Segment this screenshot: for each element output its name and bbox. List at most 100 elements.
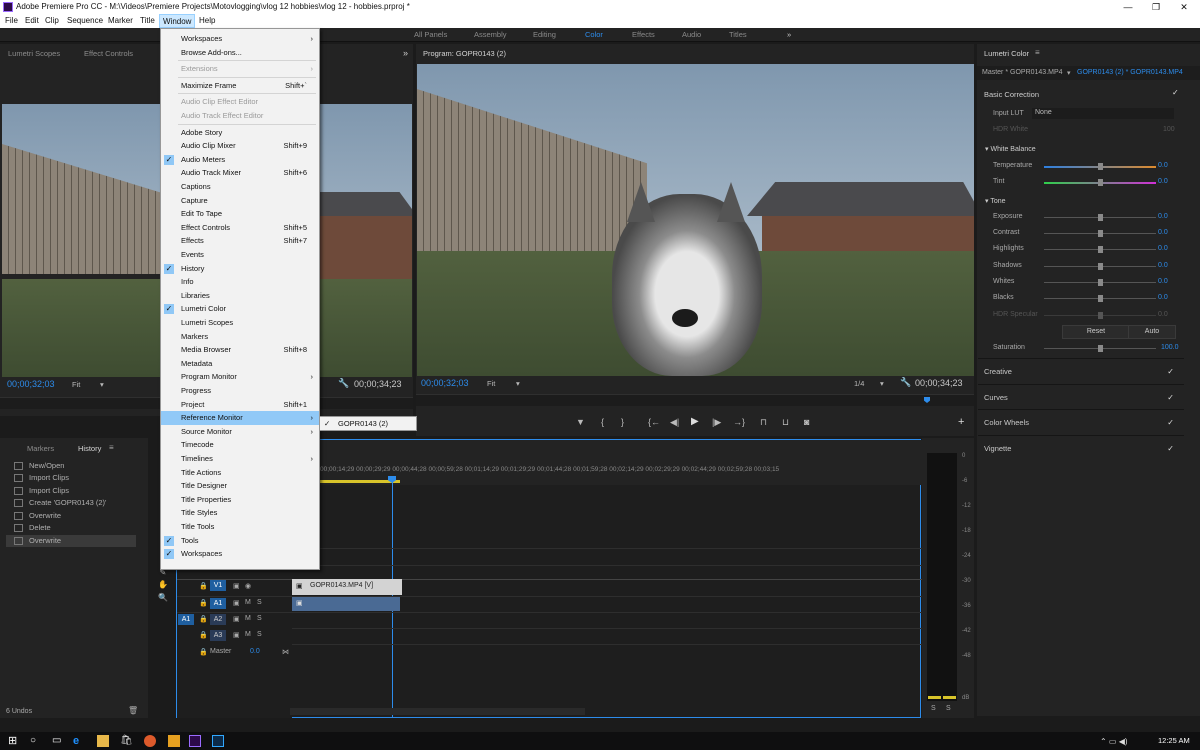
- wrench-icon[interactable]: 🔧: [900, 377, 911, 388]
- history-item[interactable]: Delete: [14, 522, 134, 534]
- tab-markers[interactable]: Markers: [27, 444, 54, 453]
- mute-button[interactable]: M: [245, 631, 251, 638]
- tone-header[interactable]: ▾ Tone: [985, 197, 1006, 205]
- tab-lumetri-scopes[interactable]: Lumetri Scopes: [8, 49, 60, 58]
- exposure-value[interactable]: 0.0: [1158, 213, 1168, 220]
- menu-item-captions[interactable]: Captions: [161, 180, 319, 194]
- menu-item-lumetri-scopes[interactable]: Lumetri Scopes: [161, 316, 319, 330]
- wrench-icon[interactable]: 🔧: [338, 378, 349, 389]
- workspace-audio[interactable]: Audio: [682, 30, 701, 39]
- sync-lock-icon[interactable]: ▣: [233, 615, 240, 623]
- shadows-value[interactable]: 0.0: [1158, 262, 1168, 269]
- sequence-clip-label[interactable]: GOPR0143 (2) * GOPR0143.MP4: [1077, 69, 1183, 76]
- menu-marker[interactable]: Marker: [105, 14, 136, 28]
- workspace-effects[interactable]: Effects: [632, 30, 655, 39]
- system-tray-icons[interactable]: ⌃ ▭ ◀): [1100, 737, 1128, 746]
- history-item-selected[interactable]: Overwrite: [6, 535, 136, 547]
- minimize-button[interactable]: —: [1113, 0, 1143, 14]
- lift-icon[interactable]: ⊓: [760, 417, 767, 428]
- workspace-more-icon[interactable]: »: [787, 30, 791, 39]
- sync-lock-icon[interactable]: ▣: [233, 631, 240, 639]
- menu-item-title-properties[interactable]: Title Properties: [161, 493, 319, 507]
- menu-item-audio-meters[interactable]: ✓ Audio Meters: [161, 153, 319, 167]
- sync-lock-icon[interactable]: ▣: [233, 582, 240, 590]
- history-item[interactable]: Overwrite: [14, 510, 134, 522]
- whites-value[interactable]: 0.0: [1158, 278, 1168, 285]
- work-area-bar[interactable]: [320, 480, 400, 483]
- source-track-a1[interactable]: A1: [178, 614, 194, 625]
- maximize-button[interactable]: ❐: [1141, 0, 1171, 14]
- history-item[interactable]: Import Clips: [14, 472, 134, 484]
- vignette-checkbox[interactable]: ✓: [1167, 444, 1174, 453]
- blacks-value[interactable]: 0.0: [1158, 294, 1168, 301]
- menu-item-edit-to-tape[interactable]: Edit To Tape: [161, 207, 319, 221]
- mute-button[interactable]: M: [245, 615, 251, 622]
- workspace-editing[interactable]: Editing: [533, 30, 556, 39]
- track-a2[interactable]: A2: [210, 614, 226, 625]
- playback-resolution-dropdown[interactable]: 1/4: [854, 379, 864, 388]
- lumetri-clip-selector[interactable]: Master * GOPR0143.MP4 ▾ GOPR0143 (2) * G…: [977, 66, 1200, 80]
- menu-item-capture[interactable]: Capture: [161, 194, 319, 208]
- workspace-all-panels[interactable]: All Panels: [414, 30, 447, 39]
- program-time-ruler[interactable]: [416, 394, 974, 406]
- add-button-icon[interactable]: +: [958, 416, 964, 428]
- menu-item-program-monitor[interactable]: Program Monitor ›: [161, 370, 319, 384]
- highlights-value[interactable]: 0.0: [1158, 245, 1168, 252]
- task-view-icon[interactable]: ▭: [52, 735, 64, 747]
- menu-item-title-tools[interactable]: Title Tools: [161, 520, 319, 534]
- video-clip[interactable]: ▣ GOPR0143.MP4 [V]: [292, 579, 402, 595]
- history-item[interactable]: Import Clips: [14, 485, 134, 497]
- timeline-scrollbar[interactable]: [290, 708, 585, 715]
- menu-item-lumetri-color[interactable]: ✓ Lumetri Color: [161, 302, 319, 316]
- panel-more-icon[interactable]: »: [403, 48, 408, 58]
- menu-item-effect-controls[interactable]: Effect Controls Shift+5: [161, 221, 319, 235]
- menu-item-adobe-story[interactable]: Adobe Story: [161, 126, 319, 140]
- go-to-in-icon[interactable]: {←: [648, 417, 660, 427]
- timeline-ruler[interactable]: [320, 440, 922, 485]
- shadows-knob[interactable]: [1098, 263, 1103, 270]
- track-v1[interactable]: V1: [210, 580, 226, 591]
- go-to-out-icon[interactable]: →}: [733, 417, 745, 427]
- lock-icon[interactable]: 🔒: [199, 582, 208, 590]
- step-forward-icon[interactable]: |▶: [712, 417, 721, 428]
- menu-item-history[interactable]: ✓ History: [161, 262, 319, 276]
- menu-item-audio-clip-mixer[interactable]: Audio Clip Mixer Shift+9: [161, 139, 319, 153]
- highlights-slider[interactable]: [1044, 246, 1156, 253]
- store-icon[interactable]: 🛍: [120, 735, 133, 747]
- history-item[interactable]: Create 'GOPR0143 (2)': [14, 497, 134, 509]
- photoshop-taskbar-icon[interactable]: [212, 735, 224, 747]
- menu-window[interactable]: Window: [159, 14, 196, 28]
- contrast-slider[interactable]: [1044, 230, 1156, 237]
- play-icon[interactable]: ▶: [691, 416, 699, 427]
- whites-slider[interactable]: [1044, 279, 1156, 286]
- shadows-slider[interactable]: [1044, 263, 1156, 270]
- temperature-slider[interactable]: [1044, 163, 1156, 170]
- saturation-value[interactable]: 100.0: [1161, 344, 1179, 351]
- tint-knob[interactable]: [1098, 179, 1103, 186]
- blacks-slider[interactable]: [1044, 295, 1156, 302]
- premiere-pro-taskbar-icon[interactable]: [189, 735, 201, 747]
- playhead-icon[interactable]: [924, 397, 930, 403]
- curves-checkbox[interactable]: ✓: [1167, 393, 1174, 402]
- menu-item-progress[interactable]: Progress: [161, 384, 319, 398]
- temperature-knob[interactable]: [1098, 163, 1103, 170]
- reset-button[interactable]: Reset: [1062, 325, 1130, 339]
- panel-menu-icon[interactable]: ≡: [1035, 48, 1040, 57]
- white-balance-header[interactable]: ▾ White Balance: [985, 145, 1036, 153]
- creative-section[interactable]: Creative ✓: [978, 358, 1184, 382]
- menu-item-title-styles[interactable]: Title Styles: [161, 506, 319, 520]
- tint-slider[interactable]: [1044, 179, 1156, 186]
- menu-item-project[interactable]: Project Shift+1: [161, 398, 319, 412]
- workspace-assembly[interactable]: Assembly: [474, 30, 507, 39]
- exposure-slider[interactable]: [1044, 214, 1156, 221]
- hand-tool-icon[interactable]: ✋: [158, 580, 168, 590]
- menu-item-libraries[interactable]: Libraries: [161, 289, 319, 303]
- close-button[interactable]: ✕: [1169, 0, 1199, 14]
- menu-item-workspaces[interactable]: Workspaces ›: [161, 32, 319, 46]
- menu-item-workspaces[interactable]: ✓ Workspaces: [161, 547, 319, 561]
- lock-icon[interactable]: 🔒: [199, 648, 208, 656]
- chevron-down-icon[interactable]: ▾: [516, 379, 520, 388]
- saturation-knob[interactable]: [1098, 345, 1103, 352]
- chevron-down-icon[interactable]: ▾: [100, 380, 104, 389]
- lumetri-color-tab[interactable]: Lumetri Color: [984, 49, 1029, 58]
